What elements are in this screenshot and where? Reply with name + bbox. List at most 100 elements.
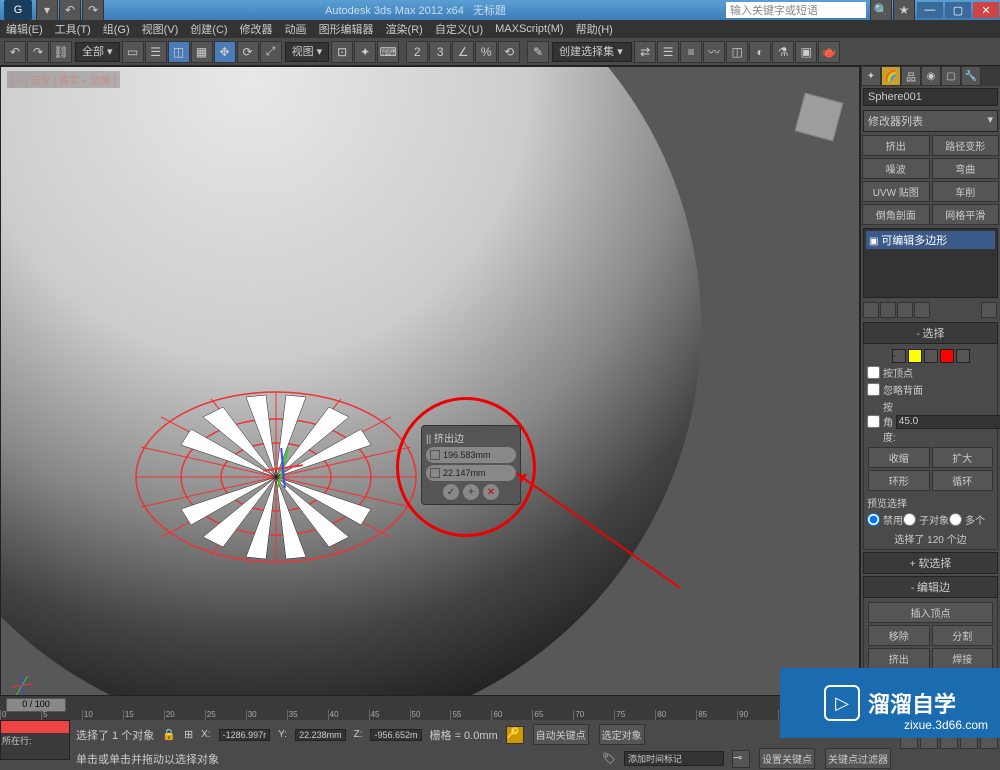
named-selset-dropdown[interactable]: 创建选择集 ▾ xyxy=(552,42,632,62)
menu-maxscript[interactable]: MAXScript(M) xyxy=(495,23,563,35)
pivot-icon[interactable]: ⊡ xyxy=(331,41,353,63)
qat-redo-icon[interactable]: ↷ xyxy=(82,0,104,21)
close-button[interactable]: ✕ xyxy=(973,2,999,18)
extrude-button[interactable]: 挤出 xyxy=(868,648,930,669)
modifier-stack[interactable]: ▣ 可编辑多边形 xyxy=(863,228,998,298)
z-coord-field[interactable]: -956.652m xyxy=(370,729,421,741)
create-tab-icon[interactable]: ✦ xyxy=(861,66,881,86)
align-icon[interactable]: ☰ xyxy=(657,41,679,63)
timetag-field[interactable]: 添加时间标记 xyxy=(624,751,724,766)
display-tab-icon[interactable]: ▢ xyxy=(941,66,961,86)
search-icon[interactable]: 🔍 xyxy=(870,0,892,21)
preset-noise[interactable]: 噪波 xyxy=(862,158,930,179)
material-editor-icon[interactable]: ◐ xyxy=(749,41,771,63)
preset-extrude[interactable]: 挤出 xyxy=(862,135,930,156)
qat-button[interactable]: ▾ xyxy=(36,0,58,21)
object-name-field[interactable]: Sphere001 xyxy=(863,88,998,106)
ring-button[interactable]: 环形 xyxy=(868,470,930,491)
unique-icon[interactable] xyxy=(897,302,913,318)
select-icon[interactable]: ▭ xyxy=(122,41,144,63)
extrude-caddy[interactable]: || 挤出边 196.583mm 22.147mm ✓ + ✕ xyxy=(421,425,521,505)
caddy-width-field[interactable]: 22.147mm xyxy=(426,465,516,481)
lock-icon[interactable]: 🔒 xyxy=(162,728,176,741)
subobj-element-icon[interactable] xyxy=(956,349,970,363)
named-selset-edit-icon[interactable]: ✎ xyxy=(527,41,549,63)
render-frame-icon[interactable]: ▣ xyxy=(795,41,817,63)
preset-bend[interactable]: 弯曲 xyxy=(932,158,1000,179)
viewcube[interactable] xyxy=(795,93,844,142)
motion-tab-icon[interactable]: ◉ xyxy=(921,66,941,86)
preset-bevel[interactable]: 倒角剖面 xyxy=(862,204,930,225)
grow-button[interactable]: 扩大 xyxy=(932,447,994,468)
key-icon[interactable]: 🔑 xyxy=(506,726,524,744)
subobj-poly-icon[interactable] xyxy=(940,349,954,363)
subobj-border-icon[interactable] xyxy=(924,349,938,363)
snap-3d-icon[interactable]: 3 xyxy=(429,41,451,63)
subobj-edge-icon[interactable] xyxy=(908,349,922,363)
pin-stack-icon[interactable] xyxy=(863,302,879,318)
app-logo-icon[interactable]: G xyxy=(4,0,32,20)
window-cross-icon[interactable]: ▦ xyxy=(191,41,213,63)
curve-editor-icon[interactable]: 〰 xyxy=(703,41,725,63)
select-region-icon[interactable]: ◫ xyxy=(168,41,190,63)
qat-undo-icon[interactable]: ↶ xyxy=(59,0,81,21)
weld-button[interactable]: 焊接 xyxy=(932,648,994,669)
remove-button[interactable]: 移除 xyxy=(868,625,930,646)
viewport[interactable]: [ + ] 正交 [ 真实 + 边面 ] || 挤出边 196.583mm 22… xyxy=(0,66,860,696)
mirror-icon[interactable]: ⇄ xyxy=(634,41,656,63)
select-move-icon[interactable]: ✥ xyxy=(214,41,236,63)
hierarchy-tab-icon[interactable]: 品 xyxy=(901,66,921,86)
menu-grapheditors[interactable]: 图形编辑器 xyxy=(319,21,374,37)
caddy-height-field[interactable]: 196.583mm xyxy=(426,447,516,463)
menu-customize[interactable]: 自定义(U) xyxy=(435,21,483,37)
preview-sub-radio[interactable] xyxy=(903,513,916,526)
rollout-editedge[interactable]: - 编辑边 xyxy=(863,576,998,598)
maximize-button[interactable]: ▢ xyxy=(945,2,971,18)
favorite-icon[interactable]: ★ xyxy=(893,0,915,21)
menu-modifiers[interactable]: 修改器 xyxy=(240,21,273,37)
modifier-list-dropdown[interactable]: 修改器列表▾ xyxy=(863,110,998,132)
link-icon[interactable]: ⛓ xyxy=(50,41,72,63)
menu-group[interactable]: 组(G) xyxy=(103,21,130,37)
autokey-button[interactable]: 自动关键点 xyxy=(533,724,589,745)
loop-button[interactable]: 循环 xyxy=(932,470,994,491)
script-listener[interactable]: 所在行: xyxy=(0,720,70,760)
caddy-cancel-button[interactable]: ✕ xyxy=(483,484,499,500)
keyfilter-button[interactable]: 关键点过滤器 xyxy=(825,748,891,769)
undo-icon[interactable]: ↶ xyxy=(4,41,26,63)
insert-vertex-button[interactable]: 插入顶点 xyxy=(868,602,993,623)
x-coord-field[interactable]: -1286.997r xyxy=(219,729,271,741)
by-angle-checkbox[interactable] xyxy=(867,415,880,428)
help-search-input[interactable]: 输入关键字或短语 xyxy=(726,2,866,18)
remove-mod-icon[interactable] xyxy=(914,302,930,318)
rollout-selection[interactable]: - 选择 xyxy=(863,322,998,344)
select-scale-icon[interactable]: ⤢ xyxy=(260,41,282,63)
render-setup-icon[interactable]: ⚗ xyxy=(772,41,794,63)
manip-icon[interactable]: ✦ xyxy=(354,41,376,63)
by-vertex-checkbox[interactable] xyxy=(867,366,880,379)
layers-icon[interactable]: ≡ xyxy=(680,41,702,63)
menu-rendering[interactable]: 渲染(R) xyxy=(386,21,423,37)
angle-snap-icon[interactable]: ∠ xyxy=(452,41,474,63)
show-result-icon[interactable] xyxy=(880,302,896,318)
y-coord-field[interactable]: 22.238mm xyxy=(295,729,346,741)
caddy-ok-button[interactable]: ✓ xyxy=(443,484,459,500)
keymode-icon[interactable]: ⌨ xyxy=(377,41,399,63)
preset-uvw[interactable]: UVW 贴图 xyxy=(862,181,930,202)
menu-edit[interactable]: 编辑(E) xyxy=(6,21,43,37)
split-button[interactable]: 分割 xyxy=(932,625,994,646)
menu-help[interactable]: 帮助(H) xyxy=(576,21,613,37)
tag-icon[interactable]: 🏷 xyxy=(602,752,616,765)
subobj-vertex-icon[interactable]: · xyxy=(892,349,906,363)
selection-filter-dropdown[interactable]: 全部 ▾ xyxy=(75,42,120,62)
modify-tab-icon[interactable]: 🌈 xyxy=(881,66,901,86)
shrink-button[interactable]: 收缩 xyxy=(868,447,930,468)
redo-icon[interactable]: ↷ xyxy=(27,41,49,63)
stack-item-editpoly[interactable]: ▣ 可编辑多边形 xyxy=(866,231,995,249)
preset-pathdeform[interactable]: 路径变形 xyxy=(932,135,1000,156)
select-rotate-icon[interactable]: ⟳ xyxy=(237,41,259,63)
preview-multi-radio[interactable] xyxy=(949,513,962,526)
coord-display-icon[interactable]: ⊞ xyxy=(184,728,193,741)
snap-2d-icon[interactable]: 2 xyxy=(406,41,428,63)
setkey-icon[interactable]: ⊸ xyxy=(732,750,750,768)
